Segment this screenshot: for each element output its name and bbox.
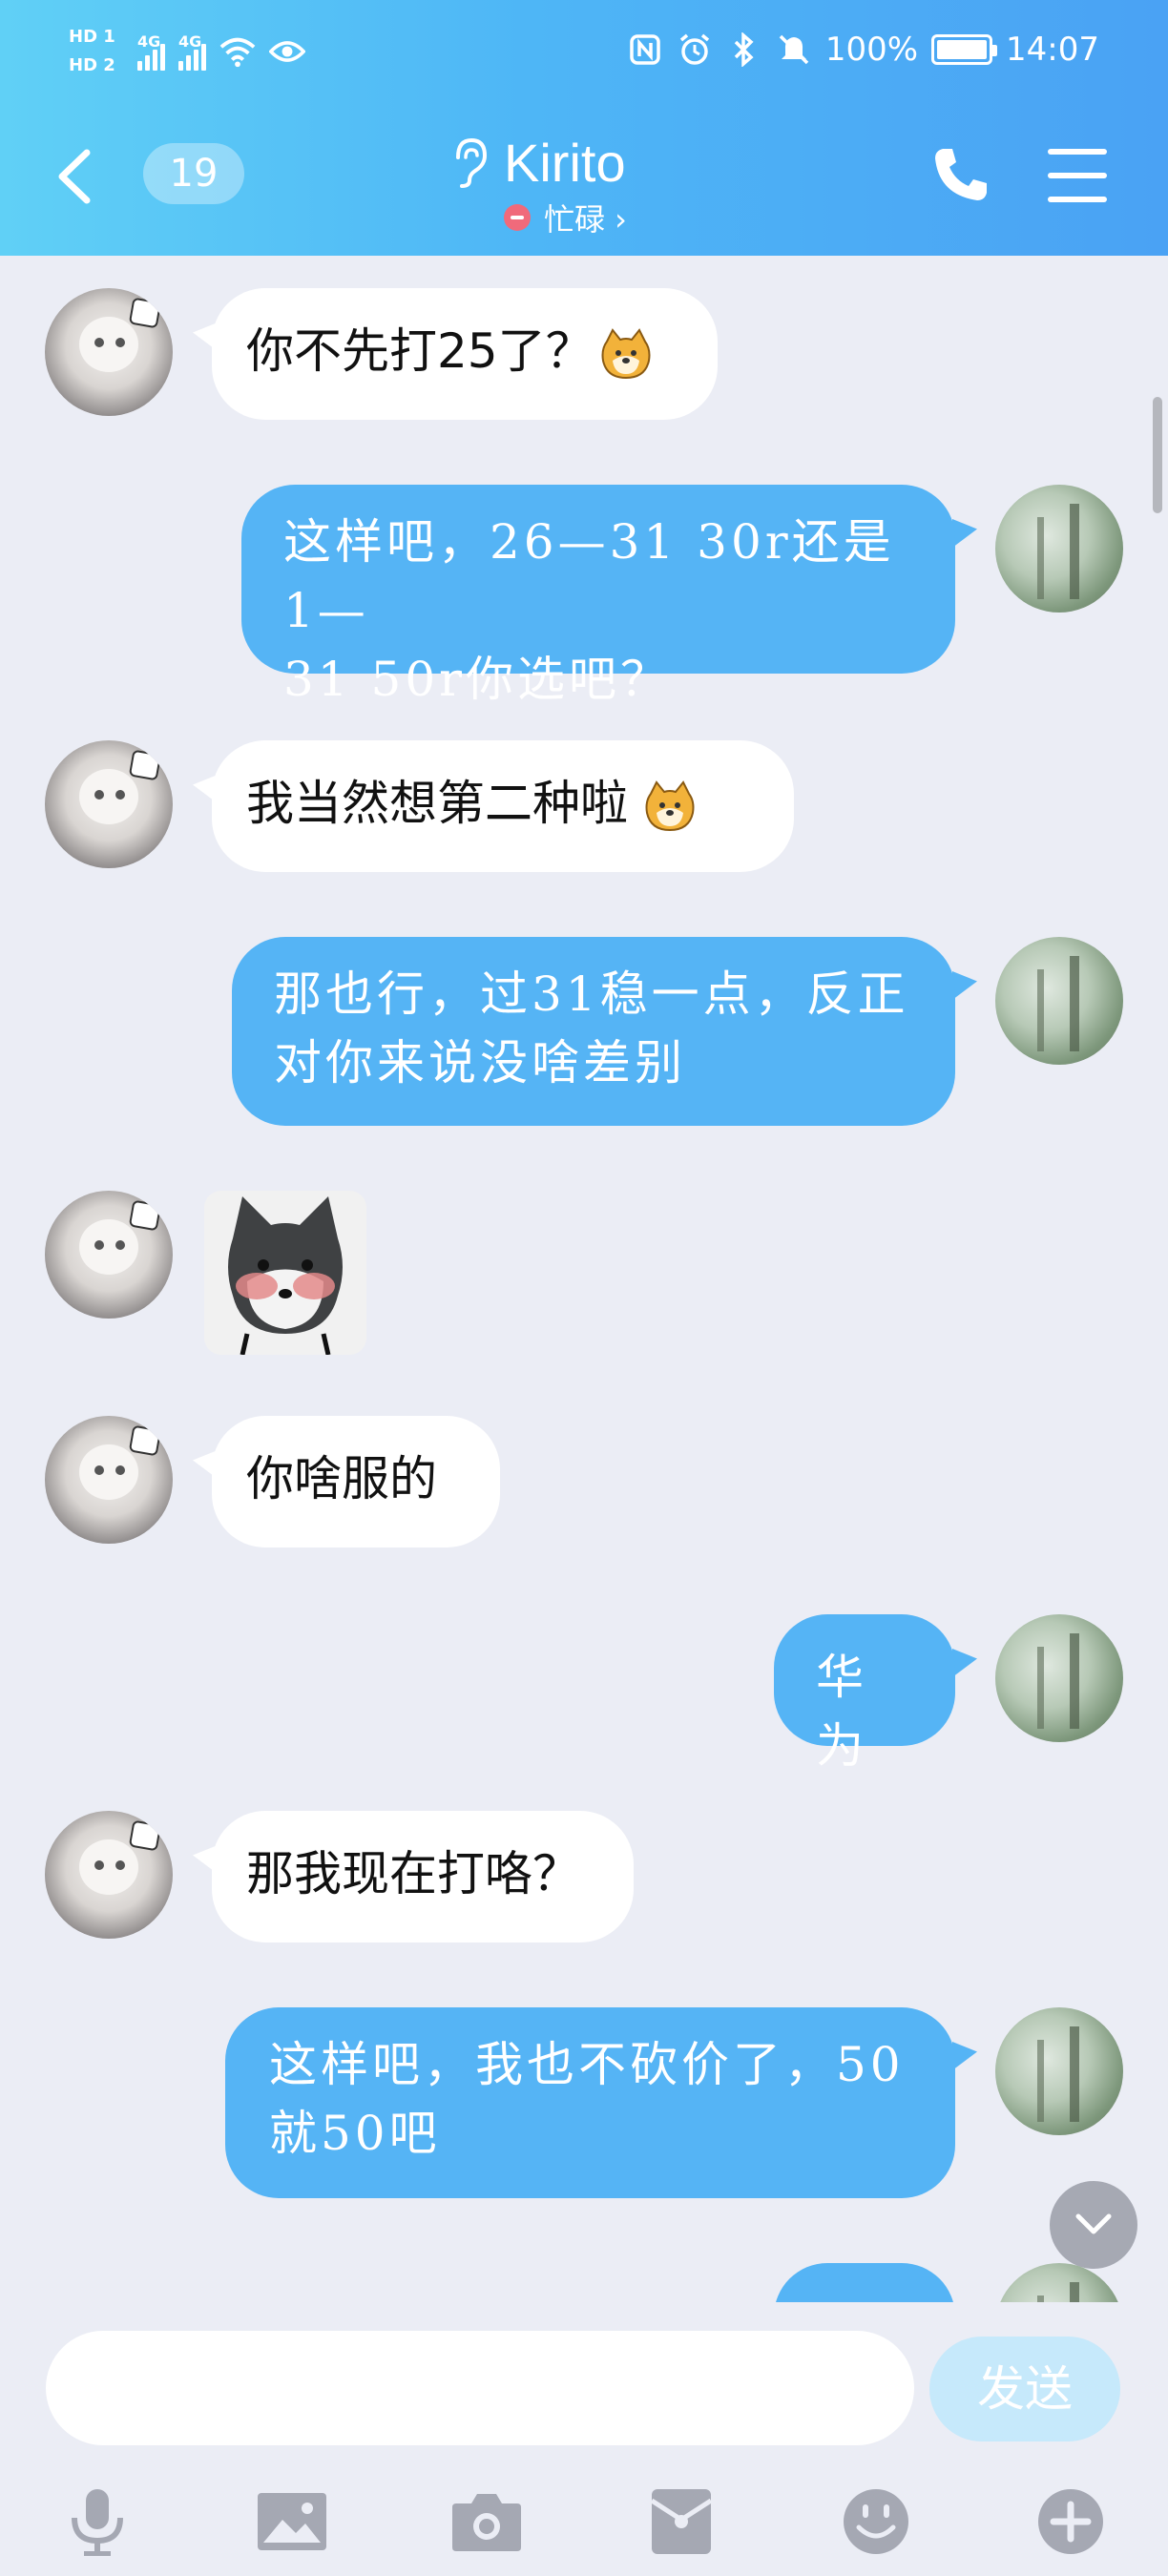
message-bubble-outgoing[interactable]: 华为 — [774, 1614, 955, 1774]
message-bubble-incoming[interactable]: 我当然想第二种啦 — [212, 740, 794, 872]
presence-status[interactable]: 忙碌 › — [504, 196, 735, 239]
message-bubble-outgoing[interactable]: 那也行，过31稳一点，反正 对你来说没啥差别 — [232, 937, 955, 1126]
ear-icon — [456, 137, 488, 188]
unread-count-badge[interactable]: 19 — [143, 143, 244, 204]
contact-avatar[interactable] — [45, 740, 173, 868]
message-text-line: 就50吧 — [269, 2106, 441, 2161]
battery-icon — [931, 34, 998, 65]
contact-avatar[interactable] — [45, 1191, 173, 1319]
my-avatar[interactable] — [995, 2263, 1123, 2302]
my-avatar[interactable] — [995, 1614, 1123, 1742]
shiba-emoji-icon — [645, 779, 695, 831]
menu-line — [1048, 173, 1107, 178]
more-button[interactable] — [1032, 2483, 1109, 2560]
my-avatar[interactable] — [995, 937, 1123, 1065]
emoji-button[interactable] — [838, 2483, 914, 2560]
message-input[interactable] — [46, 2331, 914, 2445]
message-text-line: 那也行，过31稳一点，反正 — [274, 966, 909, 1022]
plus-icon — [1038, 2489, 1103, 2554]
message-bubble-incoming[interactable]: 你不先打25了？ — [212, 288, 718, 420]
chevron-left-icon — [58, 149, 91, 204]
send-button[interactable]: 发送 — [929, 2337, 1120, 2441]
status-left: HD 1 HD 2 4G 4G — [69, 25, 305, 78]
signal-icon-2: 4G — [178, 32, 206, 71]
hd1-label: HD 1 — [69, 27, 115, 47]
bluetooth-icon — [726, 31, 762, 68]
menu-button[interactable] — [1048, 149, 1107, 202]
message-bubble-outgoing-partial[interactable] — [774, 2263, 955, 2302]
contact-title[interactable]: Kirito 忙碌 › — [448, 132, 735, 239]
eye-icon — [269, 33, 305, 70]
chevron-down-icon — [1075, 2213, 1112, 2234]
hd-indicators: HD 1 HD 2 — [69, 25, 124, 78]
wifi-icon — [219, 33, 256, 70]
battery-percent: 100% — [824, 31, 919, 69]
message-text-line: 31 50r你选吧？ — [283, 652, 673, 707]
voice-button[interactable] — [59, 2483, 136, 2560]
red-packet-button[interactable] — [643, 2483, 720, 2560]
image-icon — [258, 2493, 326, 2550]
presence-label: 忙碌 › — [544, 201, 627, 238]
shiba-sticker-icon — [204, 1191, 366, 1355]
mute-icon — [776, 31, 812, 68]
contact-name: Kirito — [504, 133, 626, 193]
scrollbar-thumb[interactable] — [1153, 397, 1162, 513]
busy-status-icon — [504, 204, 531, 231]
message-bubble-outgoing[interactable]: 这样吧，26—31 30r还是1— 31 50r你选吧？ — [241, 485, 955, 707]
menu-line — [1048, 197, 1107, 202]
composer: 发送 — [0, 2302, 1168, 2576]
bubble-tail — [952, 2042, 977, 2070]
bubble-tail — [952, 1649, 977, 1677]
nav-bar: 19 Kirito 忙碌 › — [0, 124, 1168, 239]
call-button[interactable] — [931, 145, 994, 212]
message-bubble-incoming[interactable]: 你啥服的 — [212, 1416, 500, 1548]
message-text-line: 对你来说没啥差别 — [274, 1035, 686, 1091]
camera-icon — [452, 2494, 521, 2551]
message-bubble-incoming[interactable]: 那我现在打咯？ — [212, 1811, 634, 1942]
clock: 14:07 — [1006, 31, 1099, 69]
red-packet-icon — [650, 2489, 713, 2554]
status-right: 100% 14:07 — [627, 31, 1099, 69]
phone-icon — [935, 149, 987, 200]
shiba-emoji-icon — [601, 327, 651, 379]
message-text: 你不先打25了？ — [246, 323, 594, 379]
chat-message-list[interactable]: 你不先打25了？ 这样吧，26—31 30r还是1— 31 50r你选吧？ 我当… — [0, 256, 1168, 2302]
signal-icon-1: 4G — [137, 32, 165, 71]
bubble-tail — [952, 971, 977, 1000]
my-avatar[interactable] — [995, 485, 1123, 613]
message-text: 那我现在打咯？ — [246, 1846, 580, 1901]
smiley-icon — [844, 2489, 908, 2554]
contact-avatar[interactable] — [45, 1811, 173, 1939]
message-text-line: 这样吧，26—31 30r还是1— — [283, 514, 895, 638]
image-button[interactable] — [254, 2483, 330, 2560]
microphone-icon — [72, 2489, 123, 2556]
contact-avatar[interactable] — [45, 288, 173, 416]
status-bar: HD 1 HD 2 4G 4G 100% 14:07 — [0, 0, 1168, 114]
message-text: 你啥服的 — [246, 1451, 437, 1506]
back-button[interactable] — [50, 143, 97, 210]
nfc-icon — [627, 31, 663, 68]
chat-header: HD 1 HD 2 4G 4G 100% 14:07 19 Kirito 忙碌 … — [0, 0, 1168, 256]
menu-line — [1048, 149, 1107, 155]
hd2-label: HD 2 — [69, 55, 115, 75]
message-bubble-outgoing[interactable]: 这样吧，我也不砍价了，50 就50吧 — [225, 2007, 955, 2198]
contact-avatar[interactable] — [45, 1416, 173, 1544]
blushing-shiba-sticker[interactable] — [204, 1191, 366, 1355]
camera-button[interactable] — [448, 2483, 525, 2560]
scroll-to-bottom-button[interactable] — [1050, 2181, 1137, 2269]
message-text: 华为 — [816, 1650, 867, 1774]
alarm-icon — [677, 31, 713, 68]
my-avatar[interactable] — [995, 2007, 1123, 2135]
message-text: 我当然想第二种啦 — [246, 776, 628, 831]
message-text-line: 这样吧，我也不砍价了，50 — [269, 2037, 905, 2092]
composer-toolbar — [0, 2474, 1168, 2569]
bubble-tail — [952, 519, 977, 548]
